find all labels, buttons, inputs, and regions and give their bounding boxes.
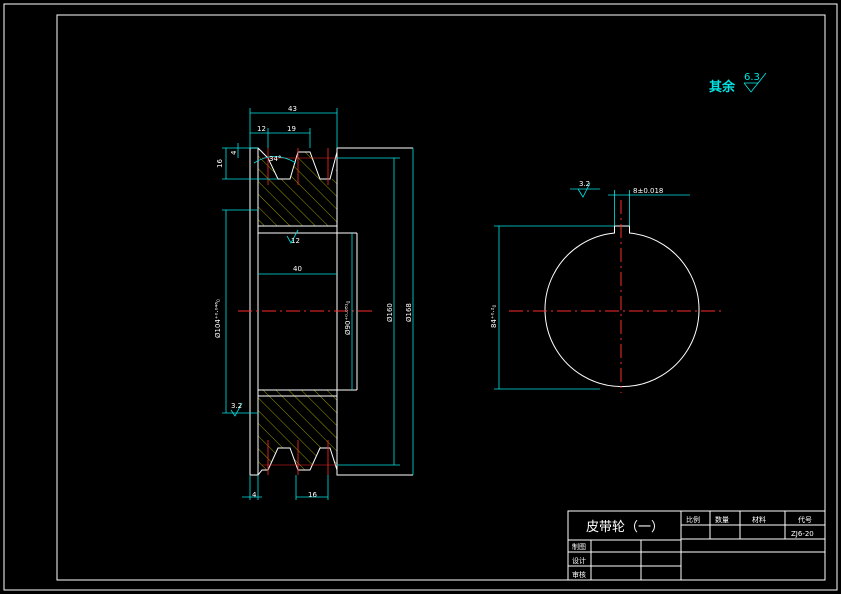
material-label: 材料 xyxy=(752,515,766,524)
inner-frame xyxy=(56,14,826,581)
scale-label: 比例 xyxy=(686,515,700,524)
roughness-note: 其余 6.3 xyxy=(709,72,767,95)
dim-bottom-4: 4 xyxy=(252,491,257,499)
draw-label: 制图 xyxy=(572,542,586,551)
roughness-label: 其余 xyxy=(709,79,736,95)
dim-groove-top: 4 xyxy=(230,150,238,155)
surface-bore: 12 xyxy=(291,237,300,245)
dim-groove-depth: 16 xyxy=(216,159,224,168)
dim-hub-dia: Ø104⁺⁰·⁰⁴⁶₀ xyxy=(214,299,222,338)
hub-end-view: 8±0.018 3.2 84⁺⁰·²₀ xyxy=(490,180,722,393)
dim-pitch-12: 12 xyxy=(257,125,266,133)
dim-width: 43 xyxy=(288,105,297,113)
roughness-value: 6.3 xyxy=(744,72,760,83)
surface-hub: 3.2 xyxy=(231,402,242,410)
hub-circle xyxy=(544,225,700,388)
code-label: 代号 xyxy=(798,515,812,524)
surface-keyway: 3.2 xyxy=(579,180,590,188)
dim-groove-angle: 34° xyxy=(269,155,281,163)
dim-bore-length: 40 xyxy=(293,265,302,273)
dim-keyway-width: 8±0.018 xyxy=(633,187,663,195)
dim-outer-160: Ø160 xyxy=(386,303,394,322)
quantity-label: 数量 xyxy=(715,515,729,524)
lower-hatch xyxy=(258,390,337,470)
dim-hub-depth: 84⁺⁰·²₀ xyxy=(490,305,498,328)
drawing-number: ZJ6-20 xyxy=(791,530,814,538)
dim-bore-dia: Ø90⁺⁰·⁰⁸¹₀ xyxy=(344,300,352,335)
drawing-canvas: 其余 6.3 43 12 19 16 4 34° 12 40 Ø90⁺⁰·⁰⁸¹… xyxy=(3,3,838,591)
dim-bottom-16: 16 xyxy=(308,491,317,499)
title-block: 皮带轮（一） 比例 数量 材料 代号 ZJ6-20 制图 设计 审核 xyxy=(567,510,826,581)
drawing-title: 皮带轮（一） xyxy=(586,520,664,535)
review-label: 审核 xyxy=(572,570,586,579)
dim-outer-168: Ø168 xyxy=(405,303,413,322)
design-label: 设计 xyxy=(572,556,586,565)
dim-pitch-19: 19 xyxy=(287,125,296,133)
upper-hatch xyxy=(258,152,337,226)
